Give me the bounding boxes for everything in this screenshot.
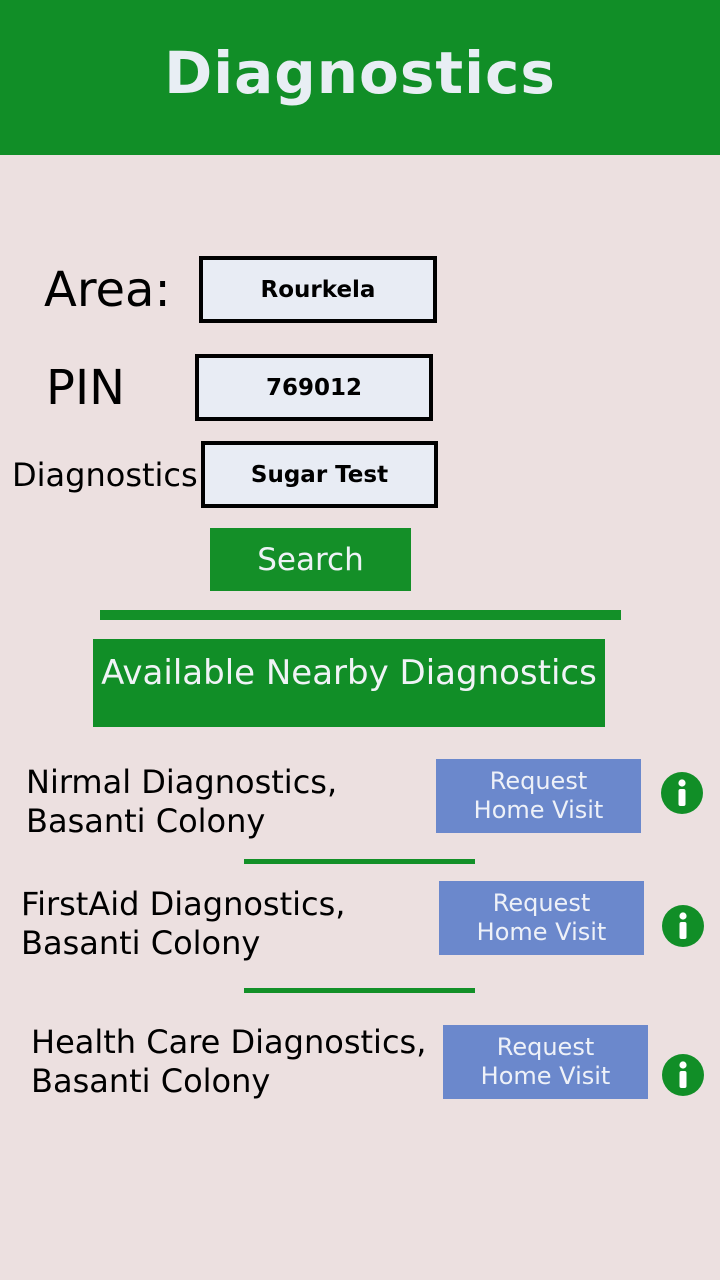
area-label: Area:: [44, 262, 171, 318]
diagnostic-name: Nirmal Diagnostics,: [26, 763, 338, 801]
diagnostics-label: Diagnostics: [12, 456, 198, 494]
button-label-line2: Home Visit: [473, 796, 604, 824]
area-input[interactable]: Rourkela: [199, 256, 437, 323]
button-label-line1: Request: [489, 767, 588, 795]
button-label-line1: Request: [496, 1033, 595, 1061]
list-item-name[interactable]: Health Care Diagnostics, Basanti Colony: [31, 1023, 426, 1101]
pin-label: PIN: [46, 360, 126, 416]
info-icon[interactable]: [661, 772, 703, 814]
app-header: Diagnostics: [0, 0, 720, 155]
request-home-visit-button[interactable]: Request Home Visit: [439, 881, 644, 955]
request-home-visit-button[interactable]: Request Home Visit: [443, 1025, 648, 1099]
page-title: Diagnostics: [164, 38, 556, 107]
info-icon[interactable]: [662, 905, 704, 947]
diagnostic-location: Basanti Colony: [21, 924, 261, 962]
info-icon[interactable]: [662, 1054, 704, 1096]
search-button[interactable]: Search: [210, 528, 411, 591]
diagnostic-location: Basanti Colony: [26, 802, 266, 840]
diagnostic-name: FirstAid Diagnostics,: [21, 885, 346, 923]
pin-input[interactable]: 769012: [195, 354, 433, 421]
divider: [100, 610, 621, 620]
button-label-line2: Home Visit: [476, 918, 607, 946]
diagnostic-name: Health Care Diagnostics,: [31, 1023, 427, 1061]
diagnostic-location: Basanti Colony: [31, 1062, 271, 1100]
button-label-line2: Home Visit: [480, 1062, 611, 1090]
nearby-diagnostics-heading: Available Nearby Diagnostics: [93, 639, 605, 727]
divider: [244, 859, 475, 864]
divider: [244, 988, 475, 993]
diagnostics-input[interactable]: Sugar Test: [201, 441, 438, 508]
button-label-line1: Request: [492, 889, 591, 917]
request-home-visit-button[interactable]: Request Home Visit: [436, 759, 641, 833]
list-item-name[interactable]: FirstAid Diagnostics, Basanti Colony: [21, 885, 345, 963]
list-item-name[interactable]: Nirmal Diagnostics, Basanti Colony: [26, 763, 337, 841]
